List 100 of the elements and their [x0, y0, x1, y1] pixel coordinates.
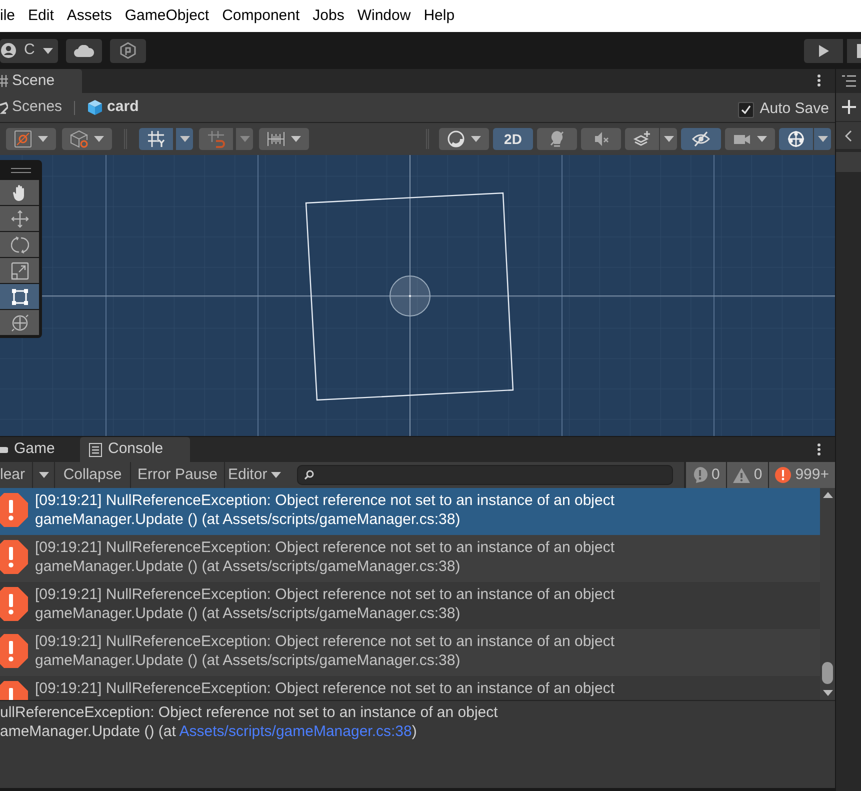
scene-toolbar-button[interactable] [581, 128, 621, 150]
hexagon-button[interactable] [110, 38, 146, 62]
pause-button[interactable] [847, 38, 861, 62]
tool-button[interactable] [0, 232, 39, 257]
log-entry[interactable]: [09:19:21] NullReferenceException: Object reference not set to an instance of an object gameManager.Update () (at Assets/scripts/gameManager.cs:38) [0, 488, 820, 535]
error-icon [0, 540, 28, 574]
scrollbar-thumb[interactable] [822, 662, 833, 684]
dropdown-button[interactable] [235, 128, 253, 150]
scene-toolbar-button[interactable] [259, 128, 309, 150]
check-icon [740, 105, 751, 114]
scene-toolbar-button[interactable] [139, 128, 173, 150]
hidden-eye-icon [692, 130, 710, 148]
log-count-toggle[interactable]: 0 [686, 462, 726, 488]
tool-button[interactable] [0, 258, 39, 283]
caret-icon [180, 136, 190, 142]
error-icon [0, 587, 28, 621]
breadcrumb-item[interactable]: card [107, 96, 139, 119]
log-entry[interactable]: [09:19:21] NullReferenceException: Object reference not set to an instance of an object gameManager.Update () (at Assets/scripts/gameManager.cs:38) [0, 535, 820, 582]
play-icon [818, 44, 830, 58]
search-field[interactable] [297, 465, 673, 485]
scene-toolbar-button[interactable]: 2D [493, 128, 533, 150]
menu-item[interactable]: Jobs [312, 4, 344, 28]
rotate-icon [10, 236, 28, 254]
dropdown-button[interactable] [659, 128, 677, 150]
log-count-toggle[interactable]: 0 [726, 462, 768, 488]
caret-icon [664, 136, 674, 142]
scene-toolbar-button[interactable] [681, 128, 721, 150]
menu-item[interactable]: GameObject [124, 4, 210, 28]
tool-button[interactable] [0, 284, 39, 309]
drag-handle-icon[interactable] [11, 168, 31, 172]
scene-toolbar-button[interactable] [725, 128, 775, 150]
tool-button[interactable] [0, 206, 39, 231]
hexagon-icon [120, 42, 136, 59]
menu-item[interactable]: ile [0, 4, 16, 28]
collapse-left-icon[interactable] [845, 130, 852, 142]
menu-item[interactable]: Edit [28, 4, 54, 28]
caret-icon [240, 136, 250, 142]
gizmo-tool-icon [14, 130, 32, 148]
scrollbar[interactable] [820, 488, 835, 700]
cloud-icon [74, 44, 94, 56]
log-detail-stack-trace: ameManager.Update () (at Assets/scripts/gameManager.cs:38) [0, 722, 418, 741]
grid-snap-icon [147, 130, 165, 148]
caret-icon [271, 472, 282, 478]
log-message: [09:19:21] NullReferenceException: Object reference not set to an instance of an object [35, 538, 615, 557]
breadcrumb-item[interactable]: Scenes [12, 96, 62, 119]
scroll-down-icon[interactable] [822, 690, 832, 696]
log-entry[interactable]: [09:19:21] NullReferenceException: Object reference not set to an instance of an object gameManager.Update () (at Assets/scripts/gameManager.cs:38) [0, 629, 820, 676]
caret-icon [38, 472, 48, 478]
caret-icon [471, 136, 481, 142]
menu-item[interactable]: Component [222, 4, 300, 28]
log-count-toggle[interactable]: 999+ [769, 462, 835, 488]
user-icon [1, 43, 16, 58]
scene-toolbar-button[interactable] [62, 128, 112, 150]
tool-button[interactable] [0, 310, 39, 335]
log-entry[interactable]: [09:19:21] NullReferenceException: Object reference not set to an instance of an object gameManager.Update () (at Assets/scripts/gameManager.cs:38) [0, 582, 820, 629]
log-detail-message: ullReferenceException: Object reference not set to an instance of an object [0, 703, 499, 722]
hash-icon [0, 75, 8, 87]
error-icon [0, 634, 28, 668]
log-stack-trace: gameManager.Update () (at Assets/scripts/gameManager.cs:38) [35, 604, 462, 623]
list-icon[interactable] [842, 75, 856, 87]
box-icon [70, 130, 88, 148]
menu-item[interactable]: Help [424, 4, 455, 28]
caret-icon [757, 136, 767, 142]
dropdown-button[interactable] [175, 128, 193, 150]
scene-toolbar-button[interactable] [6, 128, 56, 150]
log-message: [09:19:21] NullReferenceException: Object reference not set to an instance of an object [35, 632, 615, 651]
scenes-icon [0, 100, 8, 114]
card-outline[interactable] [305, 192, 515, 402]
lightbulb-icon [548, 130, 566, 148]
cube-icon [87, 99, 104, 116]
menu-item[interactable]: Assets [66, 4, 112, 28]
scene-toolbar-button[interactable] [537, 128, 577, 150]
more-options-icon[interactable] [817, 74, 821, 87]
pivot-handle[interactable] [389, 275, 431, 317]
log-message: [09:19:21] NullReferenceException: Object reference not set to an instance of an object [35, 491, 615, 510]
speaker-muted-icon [592, 130, 610, 148]
more-options-icon[interactable] [817, 443, 821, 456]
console-tab[interactable]: Console [80, 437, 190, 462]
add-icon[interactable] [842, 100, 856, 114]
account-button[interactable]: C [0, 38, 58, 62]
tool-button[interactable] [0, 180, 39, 205]
scene-toolbar-button[interactable] [439, 128, 489, 150]
log-entry[interactable]: [09:19:21] NullReferenceException: Object reference not set to an instance of an object [0, 676, 820, 700]
auto-save-label: Auto Save [760, 99, 829, 120]
scroll-up-icon[interactable] [822, 492, 832, 498]
scale-icon [10, 262, 28, 280]
cloud-button[interactable] [66, 38, 102, 62]
play-button[interactable] [804, 38, 843, 62]
dropdown-button[interactable] [813, 128, 831, 150]
scene-tab[interactable]: Scene [0, 69, 82, 93]
scene-toolbar-button[interactable] [625, 128, 659, 150]
rect-tool-icon [10, 288, 28, 306]
editor-dropdown[interactable]: Editor [225, 462, 291, 488]
move-icon [10, 210, 28, 228]
menu-item[interactable]: Window [357, 4, 411, 28]
shading-icon [447, 130, 465, 148]
log-message: [09:19:21] NullReferenceException: Object reference not set to an instance of an object [35, 585, 615, 604]
scene-toolbar-button[interactable] [779, 128, 813, 150]
auto-save-checkbox[interactable] [738, 102, 754, 118]
search-icon [304, 470, 314, 480]
